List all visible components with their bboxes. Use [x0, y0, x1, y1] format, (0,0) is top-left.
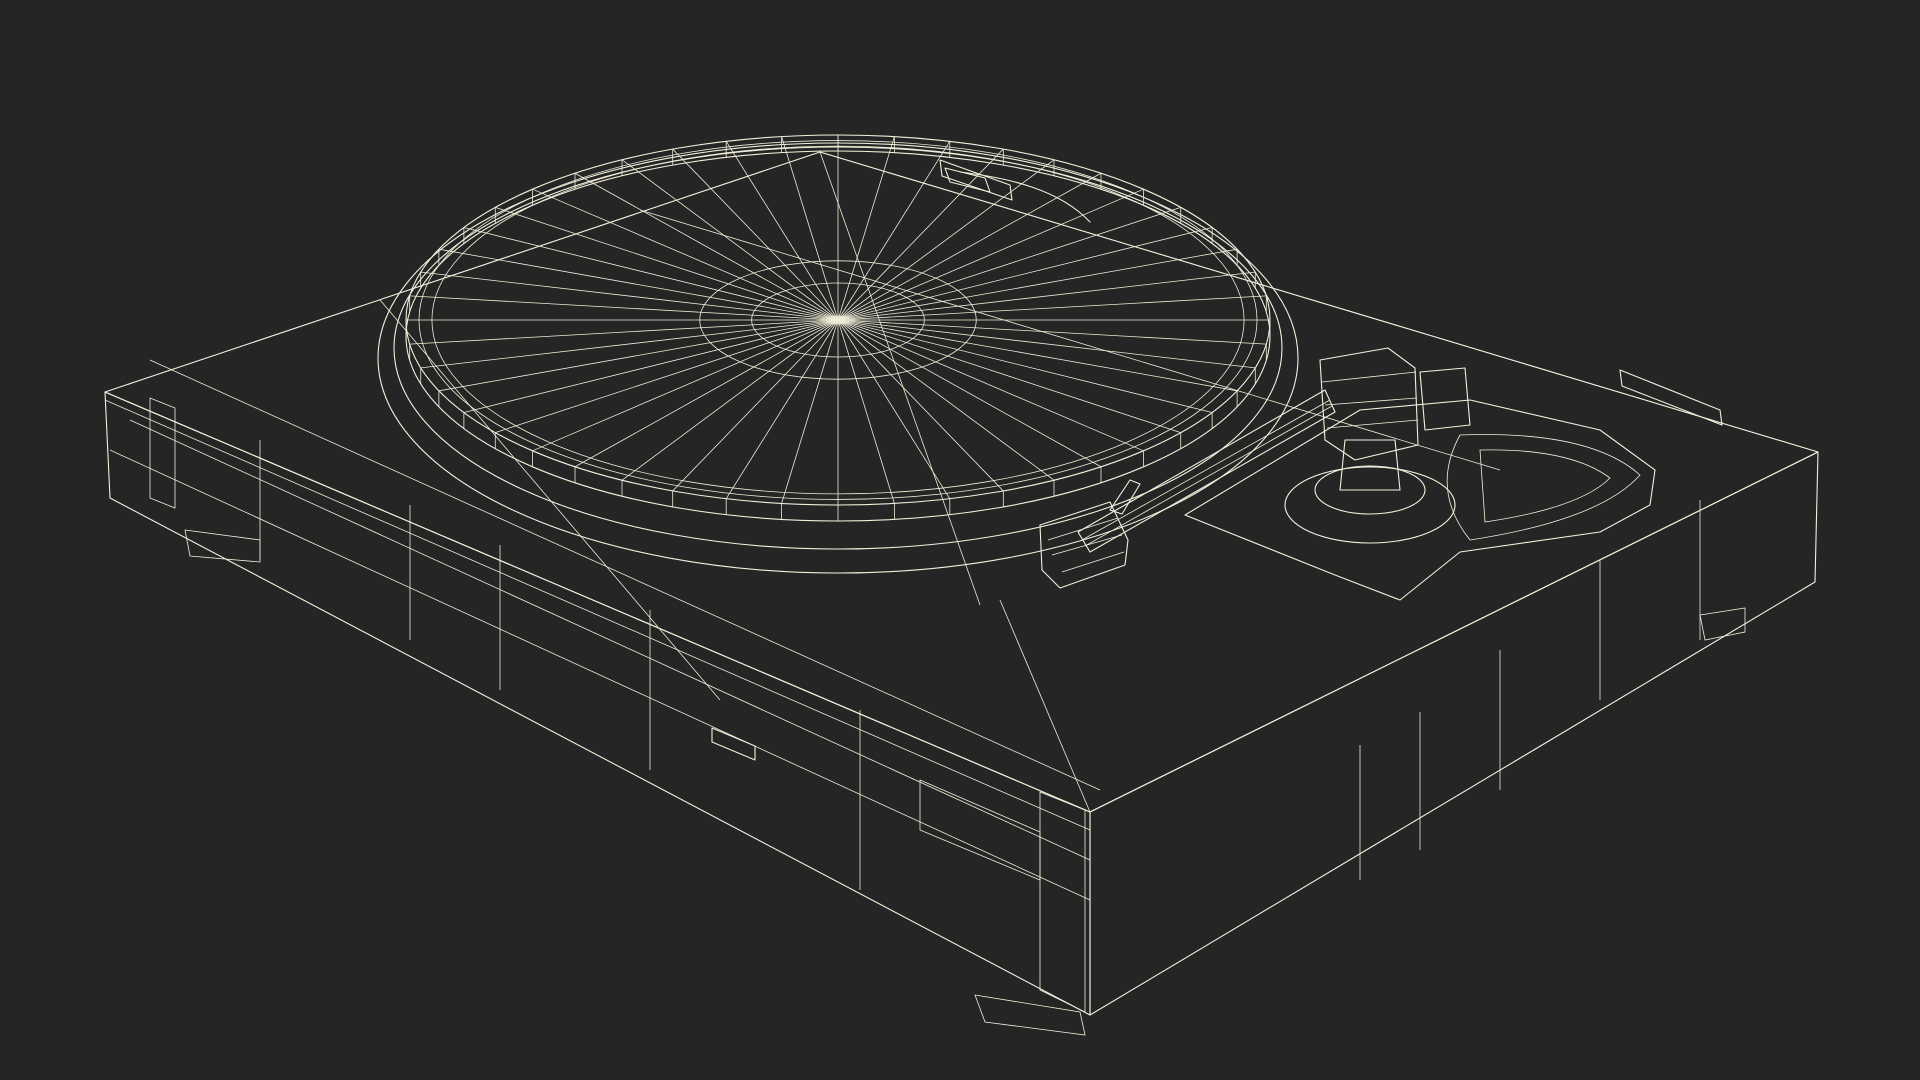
- platter-spoke: [837, 319, 1055, 481]
- platter-spoke: [837, 319, 1144, 452]
- platter-spoke: [532, 319, 839, 452]
- platter-spoke: [725, 141, 839, 321]
- base-mesh-edge: [129, 419, 1091, 861]
- tonearm-pivot: [1284, 466, 1456, 544]
- platter-spoke: [837, 248, 1238, 321]
- turntable-wireframe-render: [104, 134, 1819, 1036]
- platter-spoke: [532, 188, 839, 321]
- platter-spoke: [621, 319, 839, 481]
- base-mesh-edge: [999, 599, 1091, 813]
- platter-spoke: [420, 271, 839, 321]
- platter-spoke: [621, 159, 839, 321]
- platter-spoke: [781, 136, 839, 321]
- platter-spoke: [837, 159, 1055, 321]
- platter-spoke: [409, 319, 839, 345]
- platter-spoke: [837, 319, 1267, 345]
- base-front-face: [104, 391, 1091, 1016]
- platter-spoke: [438, 319, 839, 392]
- platter-spoke: [837, 188, 1144, 321]
- platter-spoke: [837, 227, 1213, 321]
- platter-spoke: [837, 136, 895, 321]
- platter-spoke: [837, 271, 1256, 321]
- platter-spoke: [837, 141, 951, 321]
- platter-spoke: [837, 319, 1238, 392]
- base-mesh-edge: [104, 399, 1091, 831]
- platter-spoke: [463, 319, 839, 413]
- base-side-face: [1089, 451, 1819, 1016]
- platter-spoke: [837, 295, 1267, 321]
- platter-spoke: [781, 319, 839, 504]
- turntable-base: [104, 151, 1819, 1016]
- platter-spoke: [420, 319, 839, 369]
- dust-cover-hinges: [939, 159, 1723, 426]
- platter-spoke: [837, 148, 1004, 321]
- platter: [377, 134, 1299, 574]
- platter-spoke: [409, 295, 839, 321]
- platter-spoke: [725, 319, 839, 499]
- platter-spoke: [463, 227, 839, 321]
- base-mesh-edge: [149, 359, 1101, 791]
- platter-spoke: [837, 319, 951, 499]
- platter-spoke: [837, 319, 895, 504]
- base-mesh-edge: [819, 151, 981, 606]
- base-mesh-edge: [379, 299, 721, 701]
- platter-spoke: [672, 319, 839, 492]
- render-viewport: [0, 0, 1920, 1080]
- turntable-feet: [184, 529, 1746, 1036]
- platter-spoke: [438, 248, 839, 321]
- platter-spoke: [837, 319, 1004, 492]
- platter-spoke: [672, 148, 839, 321]
- tonearm-assembly: [1039, 347, 1656, 601]
- base-mesh-edge: [104, 391, 1091, 813]
- platter-spoke: [837, 319, 1256, 369]
